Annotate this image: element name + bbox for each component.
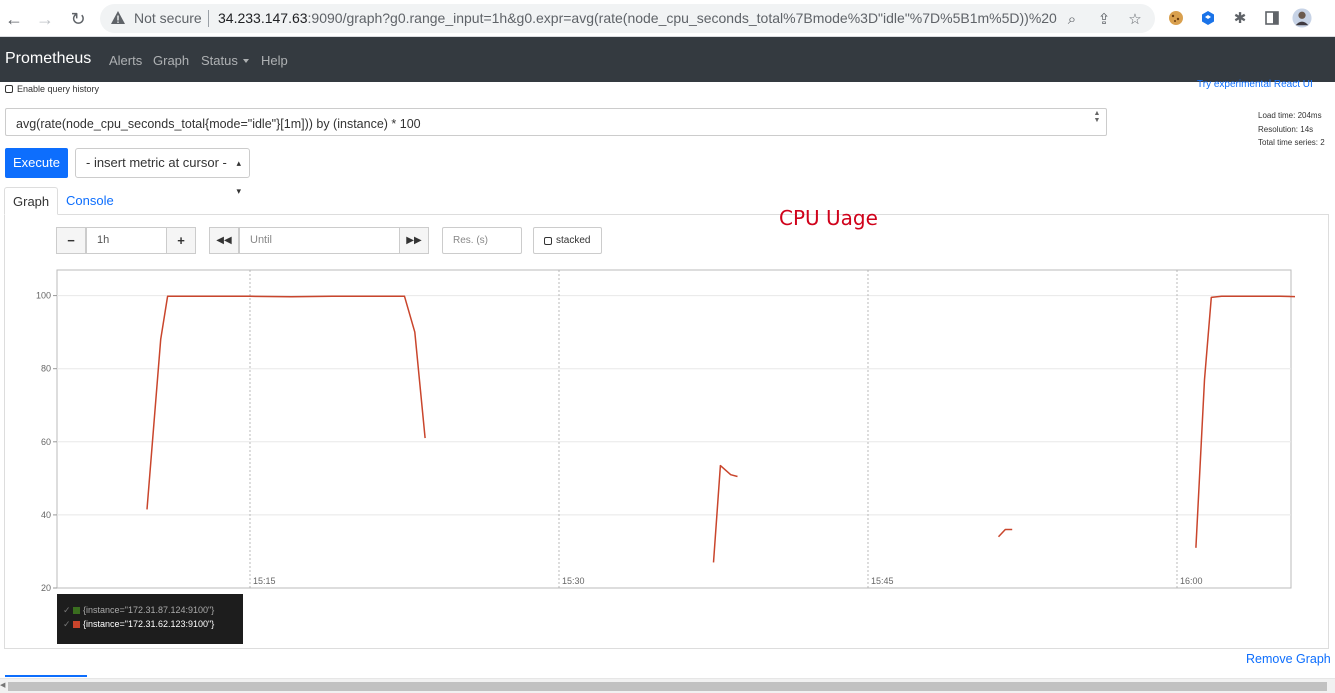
resolution: Resolution: 14s: [1258, 124, 1314, 134]
chart-legend: ✓ {instance="172.31.87.124:9100"} ✓ {ins…: [57, 594, 243, 644]
legend-label: {instance="172.31.87.124:9100"}: [83, 605, 215, 615]
until-input[interactable]: Until: [239, 227, 401, 254]
query-history-checkbox[interactable]: [5, 85, 13, 93]
blue-extension-icon[interactable]: [1198, 8, 1218, 28]
total-series: Total time series: 2: [1258, 138, 1325, 147]
y-tick-label: 60: [41, 437, 51, 447]
cpu-usage-annotation: CPU Uage: [779, 206, 878, 230]
resolution-input[interactable]: Res. (s): [442, 227, 522, 254]
nav-help[interactable]: Help: [261, 53, 288, 68]
stacked-toggle[interactable]: stacked: [533, 227, 602, 254]
execute-button[interactable]: Execute: [5, 148, 68, 178]
query-history-label: Enable query history: [17, 84, 100, 94]
select-arrows-icon: ▴ ▾: [236, 158, 241, 196]
x-tick-label: 15:45: [871, 576, 894, 586]
query-stats: Load time: 204ms Resolution: 14s Total t…: [1258, 109, 1325, 150]
x-tick-label: 15:30: [562, 576, 585, 586]
fast-forward-icon: ▶▶: [406, 235, 422, 246]
omnibox-divider: [208, 10, 209, 27]
range-value: 1h: [97, 234, 110, 246]
expression-text: avg(rate(node_cpu_seconds_total{mode="id…: [16, 117, 421, 131]
legend-check-icon: ✓: [63, 619, 71, 629]
cpu-chart: 20 40 60 80 100 15:15 15:30 15:45 16:00: [36, 269, 1295, 593]
rewind-icon: ◀◀: [216, 235, 232, 246]
until-placeholder: Until: [250, 234, 273, 246]
remove-graph-link[interactable]: Remove Graph: [1246, 652, 1331, 666]
scroll-left-icon[interactable]: ◀: [0, 681, 5, 689]
warning-icon: [111, 11, 125, 24]
legend-swatch: [73, 620, 80, 628]
nav-status[interactable]: Status: [201, 53, 249, 68]
plot-area: [56, 269, 1292, 589]
x-tick-label: 16:00: [1180, 576, 1203, 586]
legend-label: {instance="172.31.62.123:9100"}: [83, 619, 215, 629]
resolution-placeholder: Res. (s): [453, 235, 488, 246]
cookie-extension-icon[interactable]: [1166, 8, 1186, 28]
side-panel-icon[interactable]: [1262, 8, 1282, 28]
security-label: Not secure: [134, 10, 202, 26]
legend-item-series-2[interactable]: ✓ {instance="172.31.62.123:9100"}: [63, 617, 237, 631]
url-path: :9090/graph?g0.range_input=1h&g0.expr=av…: [307, 10, 1058, 26]
url-host: 34.233.147.63: [218, 10, 308, 26]
address-bar[interactable]: Not secure 34.233.147.63:9090/graph?g0.r…: [100, 4, 1155, 33]
extensions-puzzle-icon[interactable]: ✱: [1230, 8, 1250, 28]
legend-swatch: [73, 606, 80, 614]
profile-avatar-icon[interactable]: [1292, 8, 1312, 28]
expression-input[interactable]: avg(rate(node_cpu_seconds_total{mode="id…: [5, 108, 1107, 136]
y-tick-label: 80: [41, 364, 51, 374]
y-tick-label: 40: [41, 510, 51, 520]
zoom-icon[interactable]: ⌕: [1063, 10, 1081, 28]
range-decrease-button[interactable]: −: [56, 227, 86, 254]
insert-metric-select[interactable]: - insert metric at cursor - ▴ ▾: [75, 148, 250, 196]
scrollbar-thumb[interactable]: [8, 682, 1327, 691]
prometheus-navbar: Prometheus Alerts Graph Status Help: [0, 37, 1335, 82]
forward-icon[interactable]: →: [33, 7, 57, 31]
range-input[interactable]: 1h: [86, 227, 167, 254]
y-tick-label: 100: [36, 291, 51, 301]
x-tick-label: 15:15: [253, 576, 276, 586]
bookmark-star-icon[interactable]: ☆: [1126, 10, 1144, 28]
horizontal-scrollbar[interactable]: ◀: [0, 678, 1335, 693]
reload-icon[interactable]: ↻: [66, 7, 90, 31]
load-time: Load time: 204ms: [1258, 111, 1322, 120]
tab-graph[interactable]: Graph: [4, 187, 59, 215]
legend-item-series-1[interactable]: ✓ {instance="172.31.87.124:9100"}: [63, 603, 237, 617]
time-back-button[interactable]: ◀◀: [209, 227, 239, 254]
range-increase-button[interactable]: +: [166, 227, 196, 254]
back-icon[interactable]: ←: [2, 7, 26, 31]
y-tick-label: 20: [41, 583, 51, 593]
time-forward-button[interactable]: ▶▶: [399, 227, 429, 254]
share-icon[interactable]: ⇪: [1095, 10, 1113, 28]
url-text[interactable]: 34.233.147.63:9090/graph?g0.range_input=…: [218, 10, 1058, 26]
insert-metric-label: - insert metric at cursor -: [86, 155, 227, 170]
nav-alerts[interactable]: Alerts: [109, 53, 142, 68]
query-history-toggle[interactable]: Enable query history: [5, 84, 99, 94]
tab-console[interactable]: Console: [58, 187, 122, 215]
react-ui-link[interactable]: Try experimental React UI: [1197, 79, 1313, 90]
chevron-down-icon: [242, 59, 249, 63]
browser-toolbar: ← → ↻ Not secure 34.233.147.63:9090/grap…: [0, 0, 1335, 37]
brand-logo[interactable]: Prometheus: [5, 50, 91, 68]
nav-graph[interactable]: Graph: [153, 53, 189, 68]
stacked-label: stacked: [556, 235, 591, 246]
textarea-resize-icon[interactable]: ▲ ▼: [1089, 110, 1105, 134]
nav-status-label: Status: [201, 53, 238, 68]
tab-underline: [5, 675, 87, 677]
legend-check-icon: ✓: [63, 605, 71, 615]
stacked-checkbox[interactable]: [544, 236, 552, 245]
